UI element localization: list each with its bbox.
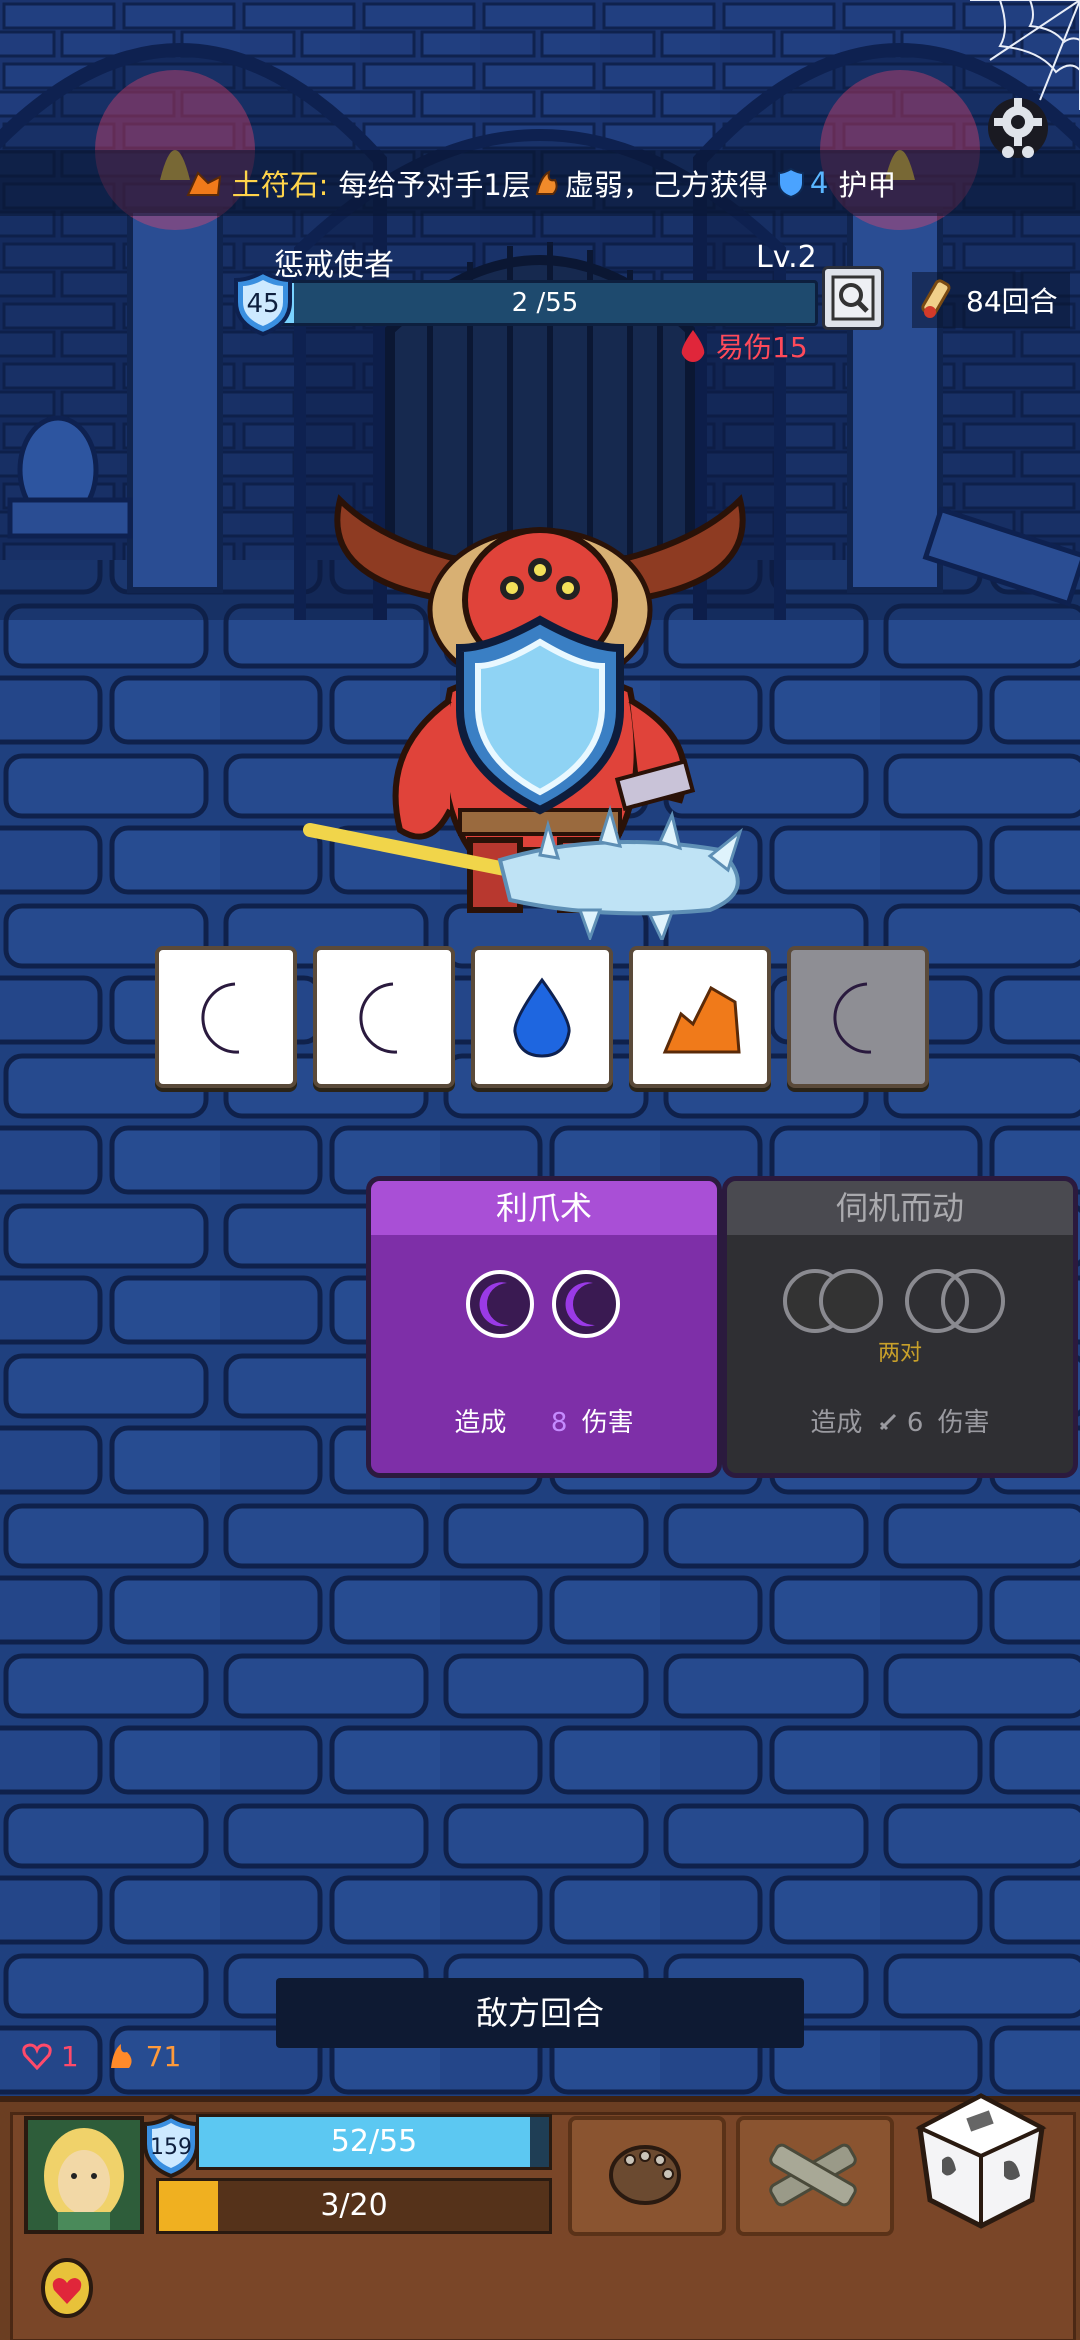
skill-card-claw[interactable]: 利爪术 造成 8 伤害 [366,1176,722,1478]
armor-icon [777,167,804,199]
moon-icon [833,982,872,1054]
enemy-armor-value: 45 [246,289,279,319]
weak-icon [535,170,558,195]
status-heart: 1 [22,2040,79,2073]
vulnerable-text: 易伤15 [716,331,808,364]
die-5[interactable] [787,946,929,1088]
die-1[interactable] [155,946,297,1088]
battle-scene: 土符石: 每给予对手1层 虚弱，己方获得 4 护甲 惩戒使者 Lv.2 2 /5… [0,0,1080,2340]
enemy-vulnerable-status: 易伤15 [676,326,808,366]
skill-desc-prefix: 造成 [454,1408,507,1438]
skill-damage: 6 [906,1408,924,1438]
moon-icon [201,982,240,1054]
turn-counter-text: 84回合 [966,285,1058,318]
player-energy-bar: 3/20 [156,2178,552,2234]
turn-counter: 84回合 [912,272,1070,328]
water-drop-icon [513,977,571,1058]
scroll-icon [921,279,951,318]
moon-icon [525,1413,536,1432]
skill-damage: 8 [550,1408,568,1438]
status-heart-value: 1 [60,2040,79,2073]
broken-heart-icon [22,2043,52,2071]
bandage-icon [769,2143,857,2207]
skill-title: 利爪术 [371,1181,717,1235]
status-fire: 71 [107,2040,182,2073]
moon-icon [359,982,398,1054]
status-fire-value: 71 [145,2040,182,2073]
skill-desc-suffix: 伤害 [581,1408,634,1438]
rune-armor-label: 护甲 [838,168,897,202]
enemy-level: Lv.2 [756,240,817,275]
die-4[interactable] [629,946,771,1088]
rune-effect-banner: 土符石: 每给予对手1层 虚弱，己方获得 4 护甲 [0,150,1080,216]
item-slot-bandage[interactable] [736,2116,894,2236]
vulnerable-drop-icon [681,330,705,362]
moon-slot-icon [466,1270,534,1338]
die-3[interactable] [471,946,613,1088]
fire-icon [110,2044,132,2068]
rune-desc-part1: 每给予对手1层 [338,168,531,202]
skill-desc: 造成 8 伤害 [371,1402,717,1439]
gauntlet-icon [609,2145,681,2205]
die-2[interactable] [313,946,455,1088]
enemy-hp-bar: 2 /55 [272,280,818,326]
skill-card-opportunist[interactable]: 伺机而动 两对 造成 6 伤害 [722,1176,1078,1478]
player-hp-bar: 52/55 [196,2114,552,2170]
enemy-hp-text: 2 /55 [511,288,579,318]
skill-desc-suffix: 伤害 [937,1408,990,1438]
sword-icon [879,1413,896,1431]
gear-icon[interactable] [982,92,1054,164]
earth-rune-icon [186,171,221,196]
skill-requirement: 两对 [877,1341,922,1366]
heart-charm-icon[interactable] [38,2256,96,2320]
skill-desc: 造成 6 伤害 [727,1402,1073,1439]
player-portrait[interactable] [24,2116,144,2234]
enemy-armor-icon: 45 [234,269,292,337]
inspect-scroll-icon[interactable] [822,266,884,330]
player-armor-icon: 159 [143,2113,199,2179]
roll-dice-button[interactable] [912,2090,1050,2230]
item-slot-gauntlet[interactable] [568,2116,726,2236]
rune-armor-amount: 4 [809,166,829,200]
two-pair-slots-icon [783,1269,1005,1333]
player-hp-text: 52/55 [330,2124,418,2159]
enemy-turn-indicator: 敌方回合 [276,1978,804,2048]
skill-title: 伺机而动 [727,1181,1073,1235]
player-armor-value: 159 [150,2135,192,2160]
rune-name: 土符石: [231,168,329,202]
monster-sprite[interactable] [300,470,780,940]
earth-rock-icon [662,985,741,1054]
moon-slot-icon [552,1270,620,1338]
rune-desc-part2: 虚弱，己方获得 [564,168,768,202]
player-status-effects: 1 71 [22,2040,181,2073]
player-energy-text: 3/20 [320,2188,388,2223]
skill-desc-prefix: 造成 [810,1408,863,1438]
